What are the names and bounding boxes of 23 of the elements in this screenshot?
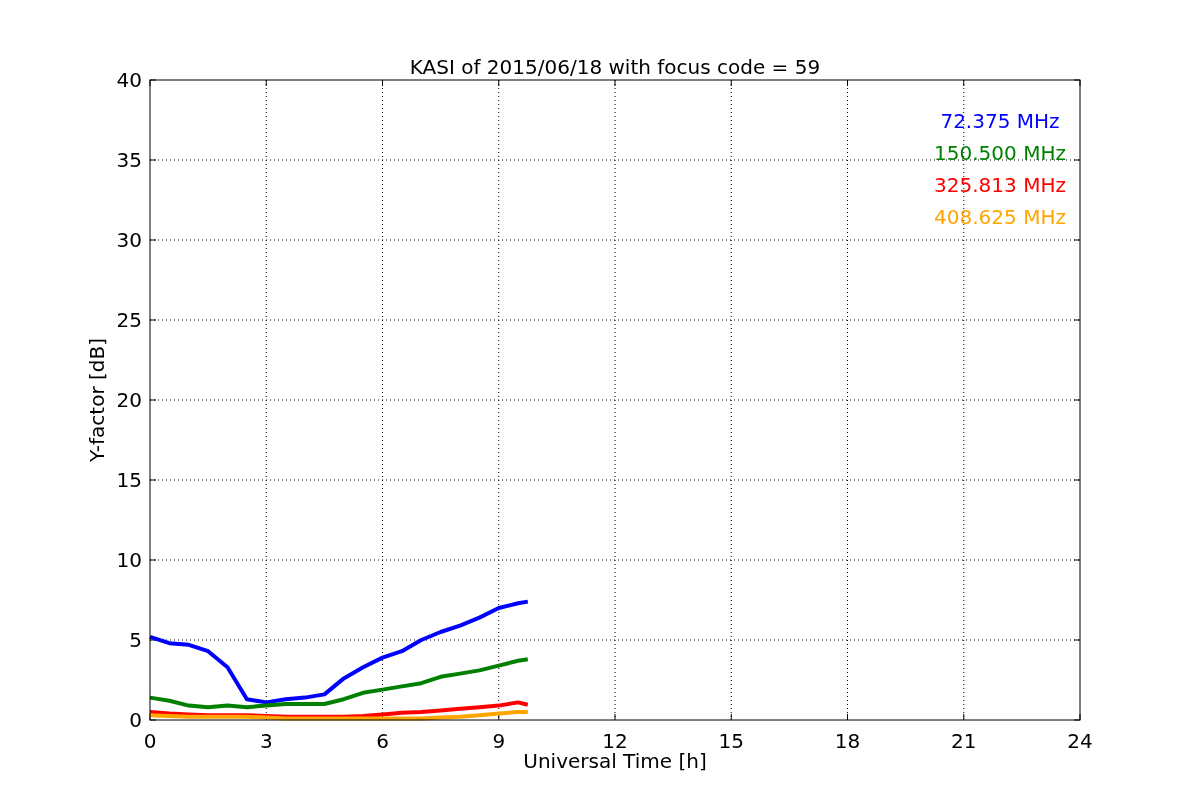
legend-label: 325.813 MHz — [934, 173, 1066, 197]
y-tick-label: 5 — [129, 628, 142, 652]
x-tick-label: 0 — [143, 729, 157, 753]
legend-label: 72.375 MHz — [940, 109, 1060, 133]
x-tick-label: 24 — [1067, 729, 1093, 753]
y-axis-label: Y-factor [dB] — [85, 338, 109, 462]
y-tick-label: 25 — [116, 308, 142, 332]
y-tick-label: 20 — [116, 388, 142, 412]
y-tick-label: 40 — [116, 68, 142, 92]
y-tick-label: 35 — [116, 148, 142, 172]
y-tick-label: 10 — [116, 548, 142, 572]
legend-label: 150.500 MHz — [934, 141, 1066, 165]
x-tick-label: 6 — [376, 729, 389, 753]
legend-label: 408.625 MHz — [934, 205, 1066, 229]
x-tick-label: 15 — [718, 729, 744, 753]
x-tick-label: 9 — [492, 729, 506, 753]
y-tick-label: 30 — [116, 228, 142, 252]
y-tick-label: 15 — [116, 468, 142, 492]
chart-title: KASI of 2015/06/18 with focus code = 59 — [409, 55, 821, 79]
y-tick-label: 0 — [129, 708, 142, 732]
x-tick-label: 18 — [834, 729, 861, 753]
x-tick-label: 21 — [951, 729, 977, 753]
x-tick-label: 3 — [259, 729, 273, 753]
